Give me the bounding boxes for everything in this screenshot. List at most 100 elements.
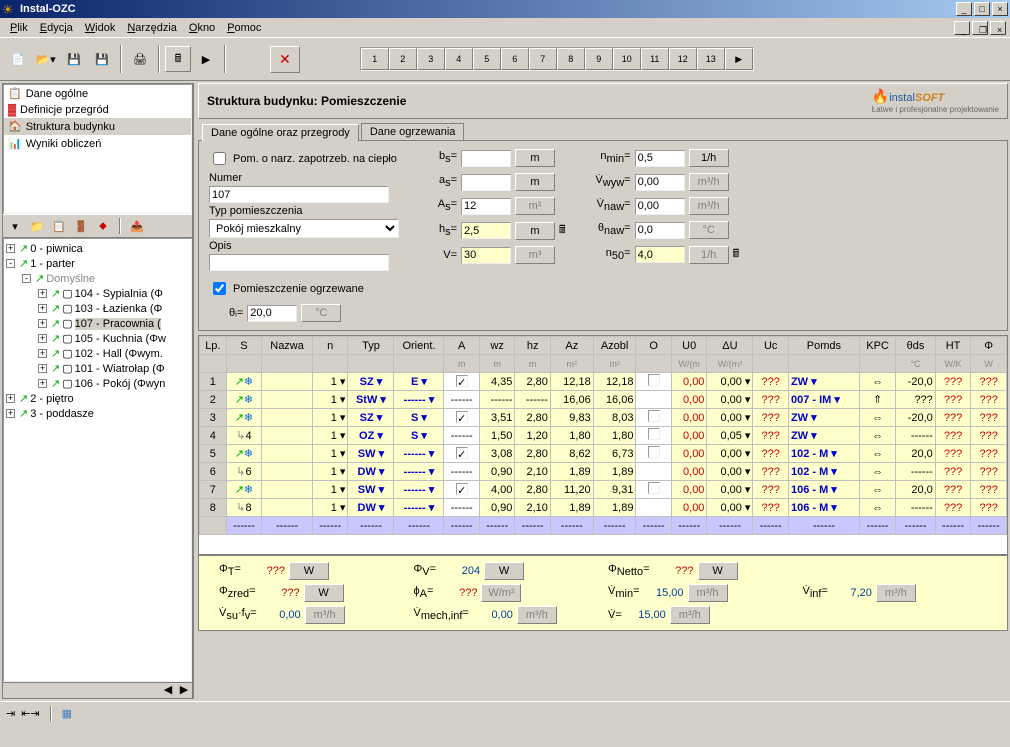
menu-edycja[interactable]: Edycja xyxy=(34,20,79,36)
save-button[interactable]: 💾 xyxy=(61,46,87,72)
nav-1[interactable]: 1 xyxy=(361,48,389,70)
main-toolbar: 📄 📂▾ 💾 💾 🖨 🖩 ▶ ✕ 12345678910111213▶ xyxy=(0,37,1010,81)
nav-7[interactable]: 7 xyxy=(529,48,557,70)
hs-input[interactable] xyxy=(461,222,511,239)
nav-8[interactable]: 8 xyxy=(557,48,585,70)
nav-strip: 12345678910111213▶ xyxy=(360,47,754,71)
tree-node[interactable]: +↗▢ 105 - Kuchnia (Φw xyxy=(6,331,189,346)
new-button[interactable]: 📄 xyxy=(5,46,31,72)
maximize-button[interactable]: □ xyxy=(974,2,990,16)
tree-node[interactable]: +↗▢ 101 - Wiatrołap (Φ xyxy=(6,361,189,376)
logo: 🔥instalSOFTŁatwe i profesjonalne projekt… xyxy=(872,88,999,114)
tree-node[interactable]: +↗ 0 - piwnica xyxy=(6,241,189,256)
minimize-button[interactable]: _ xyxy=(956,2,972,16)
tree-node[interactable]: +↗▢ 104 - Sypialnia (Φ xyxy=(6,286,189,301)
menu-okno[interactable]: Okno xyxy=(183,20,221,36)
tree-node[interactable]: +↗▢ 102 - Hall (Φwym. xyxy=(6,346,189,361)
chk-pom-narz[interactable] xyxy=(213,152,226,165)
scroll-right[interactable]: ▶ xyxy=(176,683,192,698)
numer-input[interactable] xyxy=(209,186,389,203)
calc-icon2[interactable]: 🖩 xyxy=(733,245,740,264)
nav-definicje[interactable]: ▓ Definicje przegród xyxy=(4,102,191,118)
tree-node[interactable]: +↗▢ 106 - Pokój (Φwyn xyxy=(6,376,189,391)
calc-icon[interactable]: 🖩 xyxy=(559,221,566,240)
nav-10[interactable]: 10 xyxy=(613,48,641,70)
menubar: Plik Edycja Widok Narzędzia Okno Pomoc _… xyxy=(0,18,1010,37)
summary: ΦT=???W ΦV=204W ΦNetto=???W Φzred=???W ϕ… xyxy=(198,555,1008,631)
tree-btn4[interactable]: 🚪 xyxy=(72,217,90,235)
statusbar: ⇥ ⇤⇥ ▦ xyxy=(0,701,1010,725)
tab-dane-ogolne[interactable]: Dane ogólne oraz przegrody xyxy=(202,124,359,141)
Vnaw-input[interactable] xyxy=(635,198,685,215)
nav-wyniki[interactable]: 📊 Wyniki obliczeń xyxy=(4,135,191,152)
nav-5[interactable]: 5 xyxy=(473,48,501,70)
nav-11[interactable]: 11 xyxy=(641,48,669,70)
print-button[interactable]: 🖨 xyxy=(127,46,153,72)
app-icon: ☀ xyxy=(2,2,16,16)
menu-pomoc[interactable]: Pomoc xyxy=(221,20,267,36)
delete-button[interactable]: ✕ xyxy=(270,46,300,73)
n50-input[interactable] xyxy=(635,246,685,263)
nav-dane-ogolne[interactable]: 📋 Dane ogólne xyxy=(4,85,191,102)
nav-12[interactable]: 12 xyxy=(669,48,697,70)
tree-btn5[interactable]: ⬥ xyxy=(94,217,112,235)
thetanaw-input[interactable] xyxy=(635,222,685,239)
chk-ogrzewane[interactable] xyxy=(213,282,226,295)
page-title: Struktura budynku: Pomieszczenie xyxy=(207,94,872,108)
scroll-left[interactable]: ◀ xyxy=(160,683,176,698)
mdi-close[interactable]: × xyxy=(990,21,1006,35)
tree-node[interactable]: +↗▢ 103 - Łazienka (Φ xyxy=(6,301,189,316)
menu-widok[interactable]: Widok xyxy=(79,20,122,36)
tree-node[interactable]: +↗ 3 - poddasze xyxy=(6,406,189,421)
Vwyw-input[interactable] xyxy=(635,174,685,191)
opis-input[interactable] xyxy=(209,254,389,271)
sb-icon3[interactable]: ▦ xyxy=(62,707,72,720)
nav-6[interactable]: 6 xyxy=(501,48,529,70)
right-panel: Struktura budynku: Pomieszczenie 🔥instal… xyxy=(198,83,1008,699)
window-title: Instal-OZC xyxy=(20,3,954,15)
left-panel: 📋 Dane ogólne ▓ Definicje przegród 🏠 Str… xyxy=(2,83,194,699)
nav-4[interactable]: 4 xyxy=(445,48,473,70)
titlebar: ☀ Instal-OZC _ □ × xyxy=(0,0,1010,18)
saveall-button[interactable]: 💾 xyxy=(89,46,115,72)
close-button[interactable]: × xyxy=(992,2,1008,16)
nmin-input[interactable] xyxy=(635,150,685,167)
nav-13[interactable]: 13 xyxy=(697,48,725,70)
content-header: Struktura budynku: Pomieszczenie 🔥instal… xyxy=(198,83,1008,119)
nav-2[interactable]: 2 xyxy=(389,48,417,70)
nav-3[interactable]: 3 xyxy=(417,48,445,70)
bs-input[interactable] xyxy=(461,150,511,167)
As-input[interactable] xyxy=(461,198,511,215)
menu-plik[interactable]: Plik xyxy=(4,20,34,36)
tab-dane-ogrzewania[interactable]: Dane ogrzewania xyxy=(361,123,465,140)
menu-narzedzia[interactable]: Narzędzia xyxy=(121,20,183,36)
tree-btn6[interactable]: 📤 xyxy=(128,217,146,235)
nav-next[interactable]: ▶ xyxy=(725,48,753,70)
tree-btn3[interactable]: 📋 xyxy=(50,217,68,235)
calc-button[interactable]: 🖩 xyxy=(165,46,191,72)
open-button[interactable]: 📂▾ xyxy=(33,46,59,72)
V-input[interactable] xyxy=(461,247,511,264)
tree-node[interactable]: -↗ 1 - parter xyxy=(6,256,189,271)
tree-node[interactable]: +↗▢ 107 - Pracownia ( xyxy=(6,316,189,331)
nav-struktura[interactable]: 🏠 Struktura budynku xyxy=(4,118,191,135)
typ-select[interactable]: Pokój mieszkalny xyxy=(209,219,399,238)
mdi-min[interactable]: _ xyxy=(954,21,970,35)
sb-icon2[interactable]: ⇤⇥ xyxy=(21,707,39,720)
nav-9[interactable]: 9 xyxy=(585,48,613,70)
as-input[interactable] xyxy=(461,174,511,191)
arrow-button[interactable]: ▶ xyxy=(193,46,219,72)
tree-btn2[interactable]: 📁 xyxy=(28,217,46,235)
tree-node[interactable]: +↗ 2 - piętro xyxy=(6,391,189,406)
mdi-restore[interactable]: ❐ xyxy=(972,21,988,35)
sb-icon1[interactable]: ⇥ xyxy=(6,707,15,720)
tree-node[interactable]: -↗ Domyślne xyxy=(6,271,189,286)
grid[interactable]: Lp.SNazwanTypOrient.AwzhzAzAzoblOU0ΔUUcP… xyxy=(198,335,1008,555)
theta-i-input[interactable] xyxy=(247,305,297,322)
tree-btn1[interactable]: ▾ xyxy=(6,217,24,235)
tree-toolbar: ▾ 📁 📋 🚪 ⬥ 📤 xyxy=(3,214,192,238)
nav-list: 📋 Dane ogólne ▓ Definicje przegród 🏠 Str… xyxy=(3,84,192,214)
tabs: Dane ogólne oraz przegrody Dane ogrzewan… xyxy=(198,123,1008,141)
form-area: Pom. o narz. zapotrzeb. na ciepło Numer … xyxy=(198,141,1008,331)
tree[interactable]: +↗ 0 - piwnica-↗ 1 - parter-↗ Domyślne+↗… xyxy=(3,238,192,682)
